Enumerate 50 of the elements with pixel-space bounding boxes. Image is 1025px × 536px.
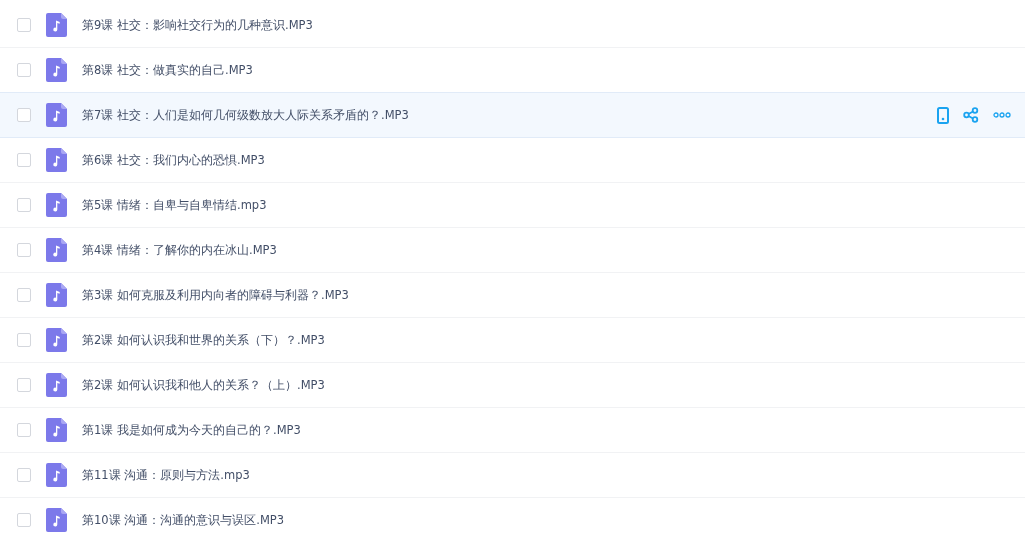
checkbox[interactable] xyxy=(17,468,31,482)
file-name[interactable]: 第3课 如何克服及利用内向者的障碍与利器？.MP3 xyxy=(82,287,349,303)
music-file-icon xyxy=(46,283,67,307)
checkbox[interactable] xyxy=(17,333,31,347)
music-file-icon xyxy=(46,463,67,487)
music-file-icon xyxy=(46,418,67,442)
music-file-icon xyxy=(46,193,67,217)
file-name[interactable]: 第2课 如何认识我和他人的关系？（上）.MP3 xyxy=(82,377,325,393)
checkbox[interactable] xyxy=(17,108,31,122)
music-file-icon xyxy=(46,148,67,172)
file-row[interactable]: 第2课 如何认识我和他人的关系？（上）.MP3 xyxy=(0,363,1025,408)
file-row[interactable]: 第6课 社交：我们内心的恐惧.MP3 xyxy=(0,138,1025,183)
file-name[interactable]: 第4课 情绪：了解你的内在冰山.MP3 xyxy=(82,242,277,258)
checkbox[interactable] xyxy=(17,288,31,302)
music-file-icon xyxy=(46,328,67,352)
checkbox[interactable] xyxy=(17,153,31,167)
checkbox[interactable] xyxy=(17,18,31,32)
music-file-icon xyxy=(46,373,67,397)
file-row[interactable]: 第7课 社交：人们是如何几何级数放大人际关系矛盾的？.MP3 xyxy=(0,92,1025,138)
checkbox[interactable] xyxy=(17,513,31,527)
music-file-icon xyxy=(46,238,67,262)
checkbox[interactable] xyxy=(17,243,31,257)
music-file-icon xyxy=(46,13,67,37)
file-row[interactable]: 第5课 情绪：自卑与自卑情结.mp3 xyxy=(0,183,1025,228)
file-name[interactable]: 第9课 社交：影响社交行为的几种意识.MP3 xyxy=(82,17,313,33)
music-file-icon xyxy=(46,508,67,532)
checkbox[interactable] xyxy=(17,423,31,437)
file-name[interactable]: 第10课 沟通：沟通的意识与误区.MP3 xyxy=(82,512,285,528)
phone-icon[interactable] xyxy=(937,106,949,124)
share-icon[interactable] xyxy=(963,107,979,123)
file-name[interactable]: 第11课 沟通：原则与方法.mp3 xyxy=(82,467,250,483)
checkbox[interactable] xyxy=(17,63,31,77)
music-file-icon xyxy=(46,103,67,127)
file-row[interactable]: 第4课 情绪：了解你的内在冰山.MP3 xyxy=(0,228,1025,273)
file-name[interactable]: 第7课 社交：人们是如何几何级数放大人际关系矛盾的？.MP3 xyxy=(82,107,409,123)
file-row[interactable]: 第1课 我是如何成为今天的自己的？.MP3 xyxy=(0,408,1025,453)
file-row[interactable]: 第11课 沟通：原则与方法.mp3 xyxy=(0,453,1025,498)
file-row[interactable]: 第9课 社交：影响社交行为的几种意识.MP3 xyxy=(0,3,1025,48)
file-name[interactable]: 第1课 我是如何成为今天的自己的？.MP3 xyxy=(82,422,301,438)
checkbox[interactable] xyxy=(17,378,31,392)
file-row[interactable]: 第2课 如何认识我和世界的关系（下）？.MP3 xyxy=(0,318,1025,363)
file-name[interactable]: 第2课 如何认识我和世界的关系（下）？.MP3 xyxy=(82,332,325,348)
more-icon[interactable] xyxy=(993,112,1011,118)
file-row[interactable]: 第10课 沟通：沟通的意识与误区.MP3 xyxy=(0,498,1025,536)
file-name[interactable]: 第8课 社交：做真实的自己.MP3 xyxy=(82,62,253,78)
checkbox[interactable] xyxy=(17,198,31,212)
file-name[interactable]: 第6课 社交：我们内心的恐惧.MP3 xyxy=(82,152,265,168)
file-row[interactable]: 第3课 如何克服及利用内向者的障碍与利器？.MP3 xyxy=(0,273,1025,318)
music-file-icon xyxy=(46,58,67,82)
file-name[interactable]: 第5课 情绪：自卑与自卑情结.mp3 xyxy=(82,197,267,213)
